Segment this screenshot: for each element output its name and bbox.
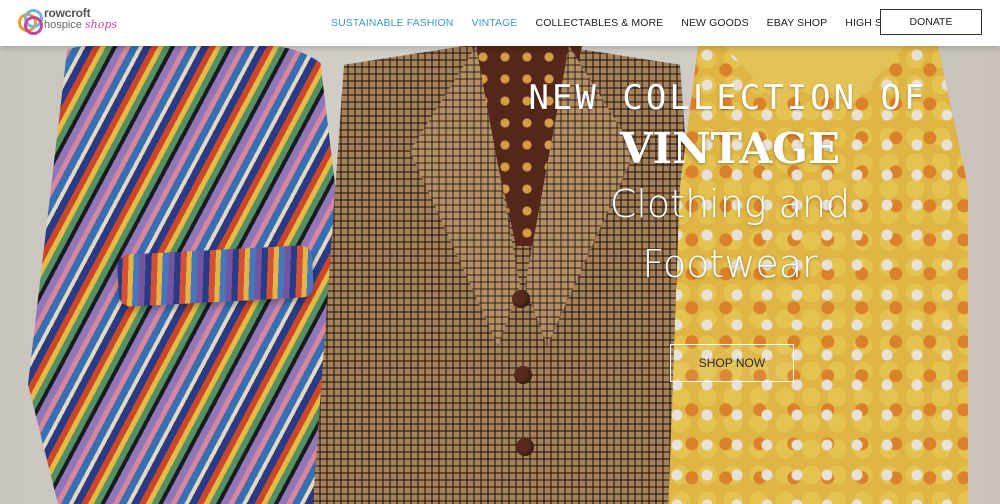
nav-item-new-goods[interactable]: NEW GOODS — [681, 17, 748, 29]
hero-headline: NEW COLLECTION OF VINTAGE Clothing and F… — [529, 78, 930, 293]
hero-line-collection: NEW COLLECTION OF — [528, 78, 928, 118]
nav-item-ebay-shop[interactable]: EBAY SHOP — [767, 17, 828, 29]
hero-line-footwear: Footwear — [642, 242, 818, 286]
shop-now-button[interactable]: SHOP NOW — [670, 344, 794, 382]
logo-text: rowcroft hospice shops — [44, 7, 117, 31]
nav-item-sustainable-fashion[interactable]: SUSTAINABLE FASHION — [331, 17, 454, 29]
logo-shops-script: shops — [84, 18, 118, 31]
nav-item-vintage[interactable]: VINTAGE — [472, 17, 518, 29]
brand-logo[interactable]: rowcroft hospice shops — [18, 7, 117, 35]
logo-hospice: hospice — [44, 19, 82, 31]
nav-item-collectables[interactable]: COLLECTABLES & MORE — [536, 17, 664, 29]
donate-button[interactable]: DONATE — [880, 9, 982, 35]
hero-line-clothing: Clothing and — [609, 182, 851, 226]
hero-line-vintage: VINTAGE — [619, 124, 841, 173]
site-header: rowcroft hospice shops SUSTAINABLE FASHI… — [0, 0, 1000, 46]
logo-name-bottom: hospice shops — [44, 19, 117, 31]
logo-rings-icon — [18, 8, 43, 35]
